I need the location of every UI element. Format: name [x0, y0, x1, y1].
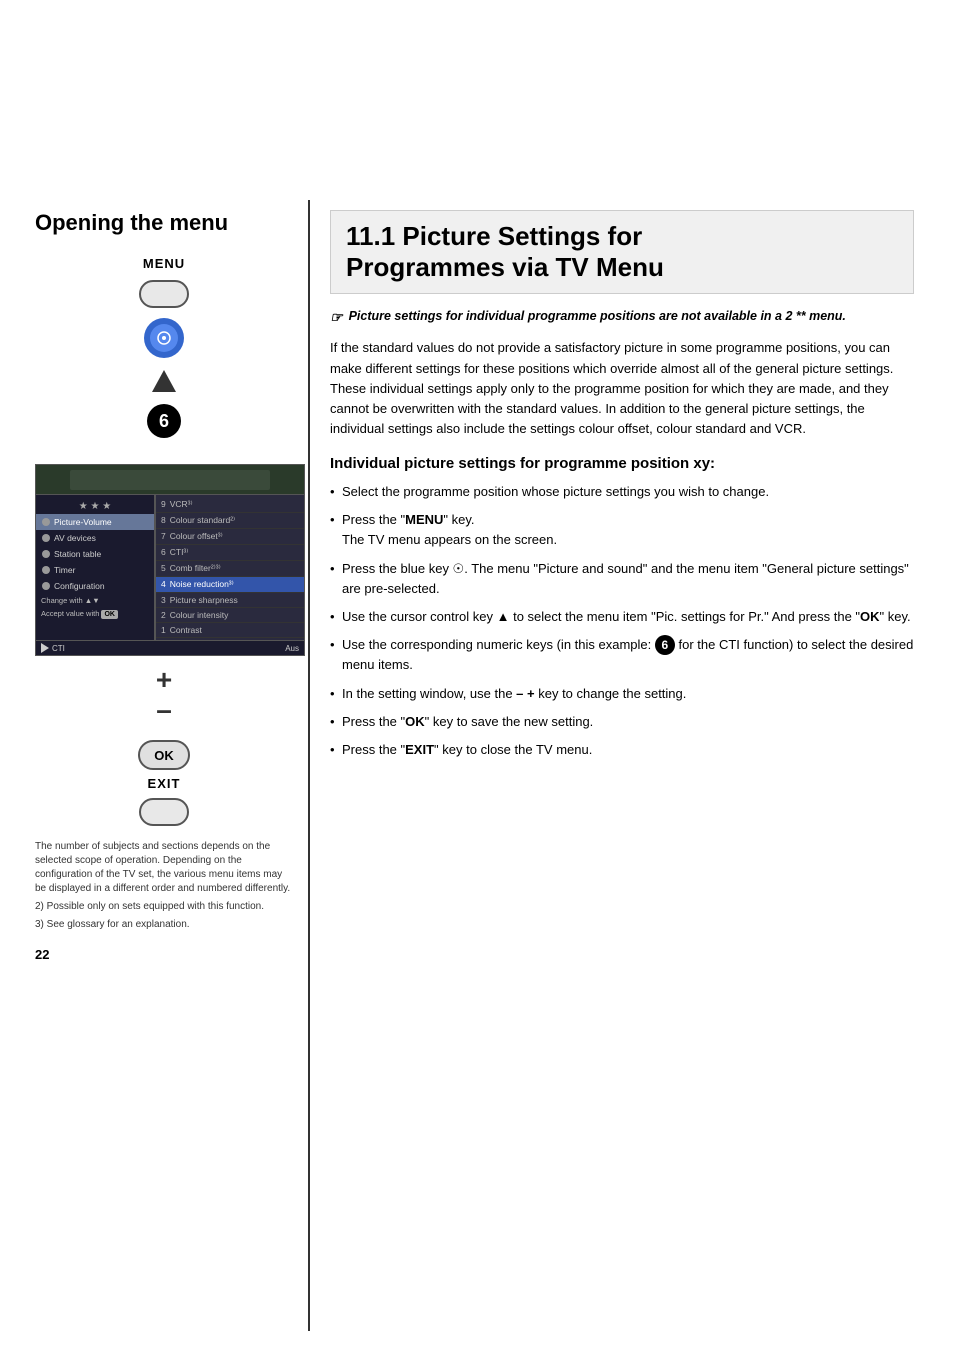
ok-label: OK [154, 748, 174, 763]
tv-footer-cti: CTI [41, 643, 65, 653]
tv-menu-item-label: Picture-Volume [54, 517, 112, 527]
blue-circle-icon[interactable] [144, 318, 184, 358]
tv-right-item-9: 9VCR³⁾ [156, 497, 304, 513]
ok-exit-group: OK EXIT [35, 734, 293, 830]
body-text: If the standard values do not provide a … [330, 338, 914, 439]
tv-right-item-2: 2Colour intensity [156, 608, 304, 623]
accept-row: Accept value with OK [36, 607, 154, 621]
triangle-right-icon [41, 643, 49, 653]
tv-footer: CTI Aus [35, 641, 305, 656]
bullet-item-1: Select the programme position whose pict… [330, 482, 914, 502]
footnote-main: The number of subjects and sections depe… [35, 840, 293, 896]
tv-menu-screenshot: ★ ★ ★ Picture-Volume AV devices [35, 464, 305, 656]
section-title-right: 11.1 Picture Settings for Programmes via… [330, 210, 914, 294]
ok-button[interactable]: OK [138, 740, 190, 770]
tv-menu-dot [42, 518, 50, 526]
pm-key-label: – + [516, 686, 534, 701]
ok-key-label: OK [860, 609, 880, 624]
plus-symbol: + [156, 666, 172, 694]
bullet-item-4: Use the cursor control key ▲ to select t… [330, 607, 914, 627]
tv-menu-item-timer: Timer [36, 562, 154, 578]
right-column: 11.1 Picture Settings for Programmes via… [310, 200, 934, 1331]
tv-right-item-3: 3Picture sharpness [156, 593, 304, 608]
ok-small-label: OK [101, 610, 118, 619]
left-column: Opening the menu MENU 6 [20, 200, 310, 1331]
tv-menu-item-timer-label: Timer [54, 565, 75, 575]
tv-footer-aus-label: Aus [285, 644, 299, 653]
tv-menu-columns: ★ ★ ★ Picture-Volume AV devices [35, 494, 305, 641]
tv-menu-item-station: Station table [36, 546, 154, 562]
tv-footer-cti-label: CTI [52, 644, 65, 653]
section-title-line1: 11.1 Picture Settings for [346, 221, 642, 251]
page-number: 22 [35, 947, 293, 962]
tv-image-content [70, 470, 270, 490]
menu-key-label: MENU [405, 512, 443, 527]
subsection-title: Individual picture settings for programm… [330, 455, 914, 472]
bullet-item-6: In the setting window, use the – + key t… [330, 684, 914, 704]
blue-circle-inner [150, 324, 178, 352]
circle-num-6: 6 [655, 635, 675, 655]
tv-right-item-6: 6CTI³⁾ [156, 545, 304, 561]
note-italic: ☞ Picture settings for individual progra… [330, 309, 914, 326]
plus-minus-group: + – [35, 666, 293, 724]
section-title-left: Opening the menu [35, 210, 293, 236]
tv-menu-dot-av [42, 534, 50, 542]
bullet-item-2: Press the "MENU" key.The TV menu appears… [330, 510, 914, 550]
tv-menu-item-station-label: Station table [54, 549, 101, 559]
tv-menu-item-av-label: AV devices [54, 533, 96, 543]
tv-menu-item-config: Configuration [36, 578, 154, 594]
tv-right-item-7: 7Colour offset³⁾ [156, 529, 304, 545]
tv-right-item-8: 8Colour standard²⁾ [156, 513, 304, 529]
content-area: Opening the menu MENU 6 [20, 200, 934, 1331]
ok-key-label-2: OK [405, 714, 425, 729]
note-italic-text: Picture settings for individual programm… [349, 309, 846, 323]
tv-right-item-5: 5Comb filter²⁾³⁾ [156, 561, 304, 577]
bullet-item-3: Press the blue key ☉. The menu "Picture … [330, 559, 914, 599]
bullet-item-7: Press the "OK" key to save the new setti… [330, 712, 914, 732]
bullet-list: Select the programme position whose pict… [330, 482, 914, 760]
bullet-item-8: Press the "EXIT" key to close the TV men… [330, 740, 914, 760]
tv-menu-item-picture-volume: Picture-Volume [36, 514, 154, 530]
minus-symbol: – [156, 696, 172, 724]
bullet-item-5: Use the corresponding numeric keys (in t… [330, 635, 914, 676]
number-6-badge: 6 [147, 404, 181, 438]
exit-button-oval[interactable] [139, 798, 189, 826]
tv-right-item-4: 4Noise reduction³⁾ [156, 577, 304, 593]
tv-menu-dot-config [42, 582, 50, 590]
page-container: Opening the menu MENU 6 [0, 0, 954, 1351]
change-row: Change with ▲▼ [36, 594, 154, 607]
tv-image-strip [35, 464, 305, 494]
tv-left-menu: ★ ★ ★ Picture-Volume AV devices [35, 494, 155, 641]
tv-right-menu: 9VCR³⁾ 8Colour standard²⁾ 7Colour offset… [155, 494, 305, 641]
stars-row: ★ ★ ★ [36, 499, 154, 514]
menu-button-oval[interactable] [139, 280, 189, 308]
tv-menu-dot-timer [42, 566, 50, 574]
note-icon: ☞ [330, 309, 343, 326]
tv-right-item-1: 1Contrast [156, 623, 304, 638]
exit-key-label: EXIT [405, 742, 434, 757]
exit-label: EXIT [148, 776, 181, 791]
tv-menu-wrapper: ★ ★ ★ Picture-Volume AV devices [35, 464, 305, 656]
footnote-2: 2) Possible only on sets equipped with t… [35, 900, 293, 914]
tv-menu-item-config-label: Configuration [54, 581, 105, 591]
tv-menu-item-av: AV devices [36, 530, 154, 546]
menu-label: MENU [143, 256, 185, 271]
menu-diagram: MENU 6 [35, 256, 293, 444]
triangle-up-icon [152, 370, 176, 392]
tv-menu-dot-station [42, 550, 50, 558]
footnote-3: 3) See glossary for an explanation. [35, 918, 293, 932]
section-title-line2: Programmes via TV Menu [346, 252, 664, 282]
